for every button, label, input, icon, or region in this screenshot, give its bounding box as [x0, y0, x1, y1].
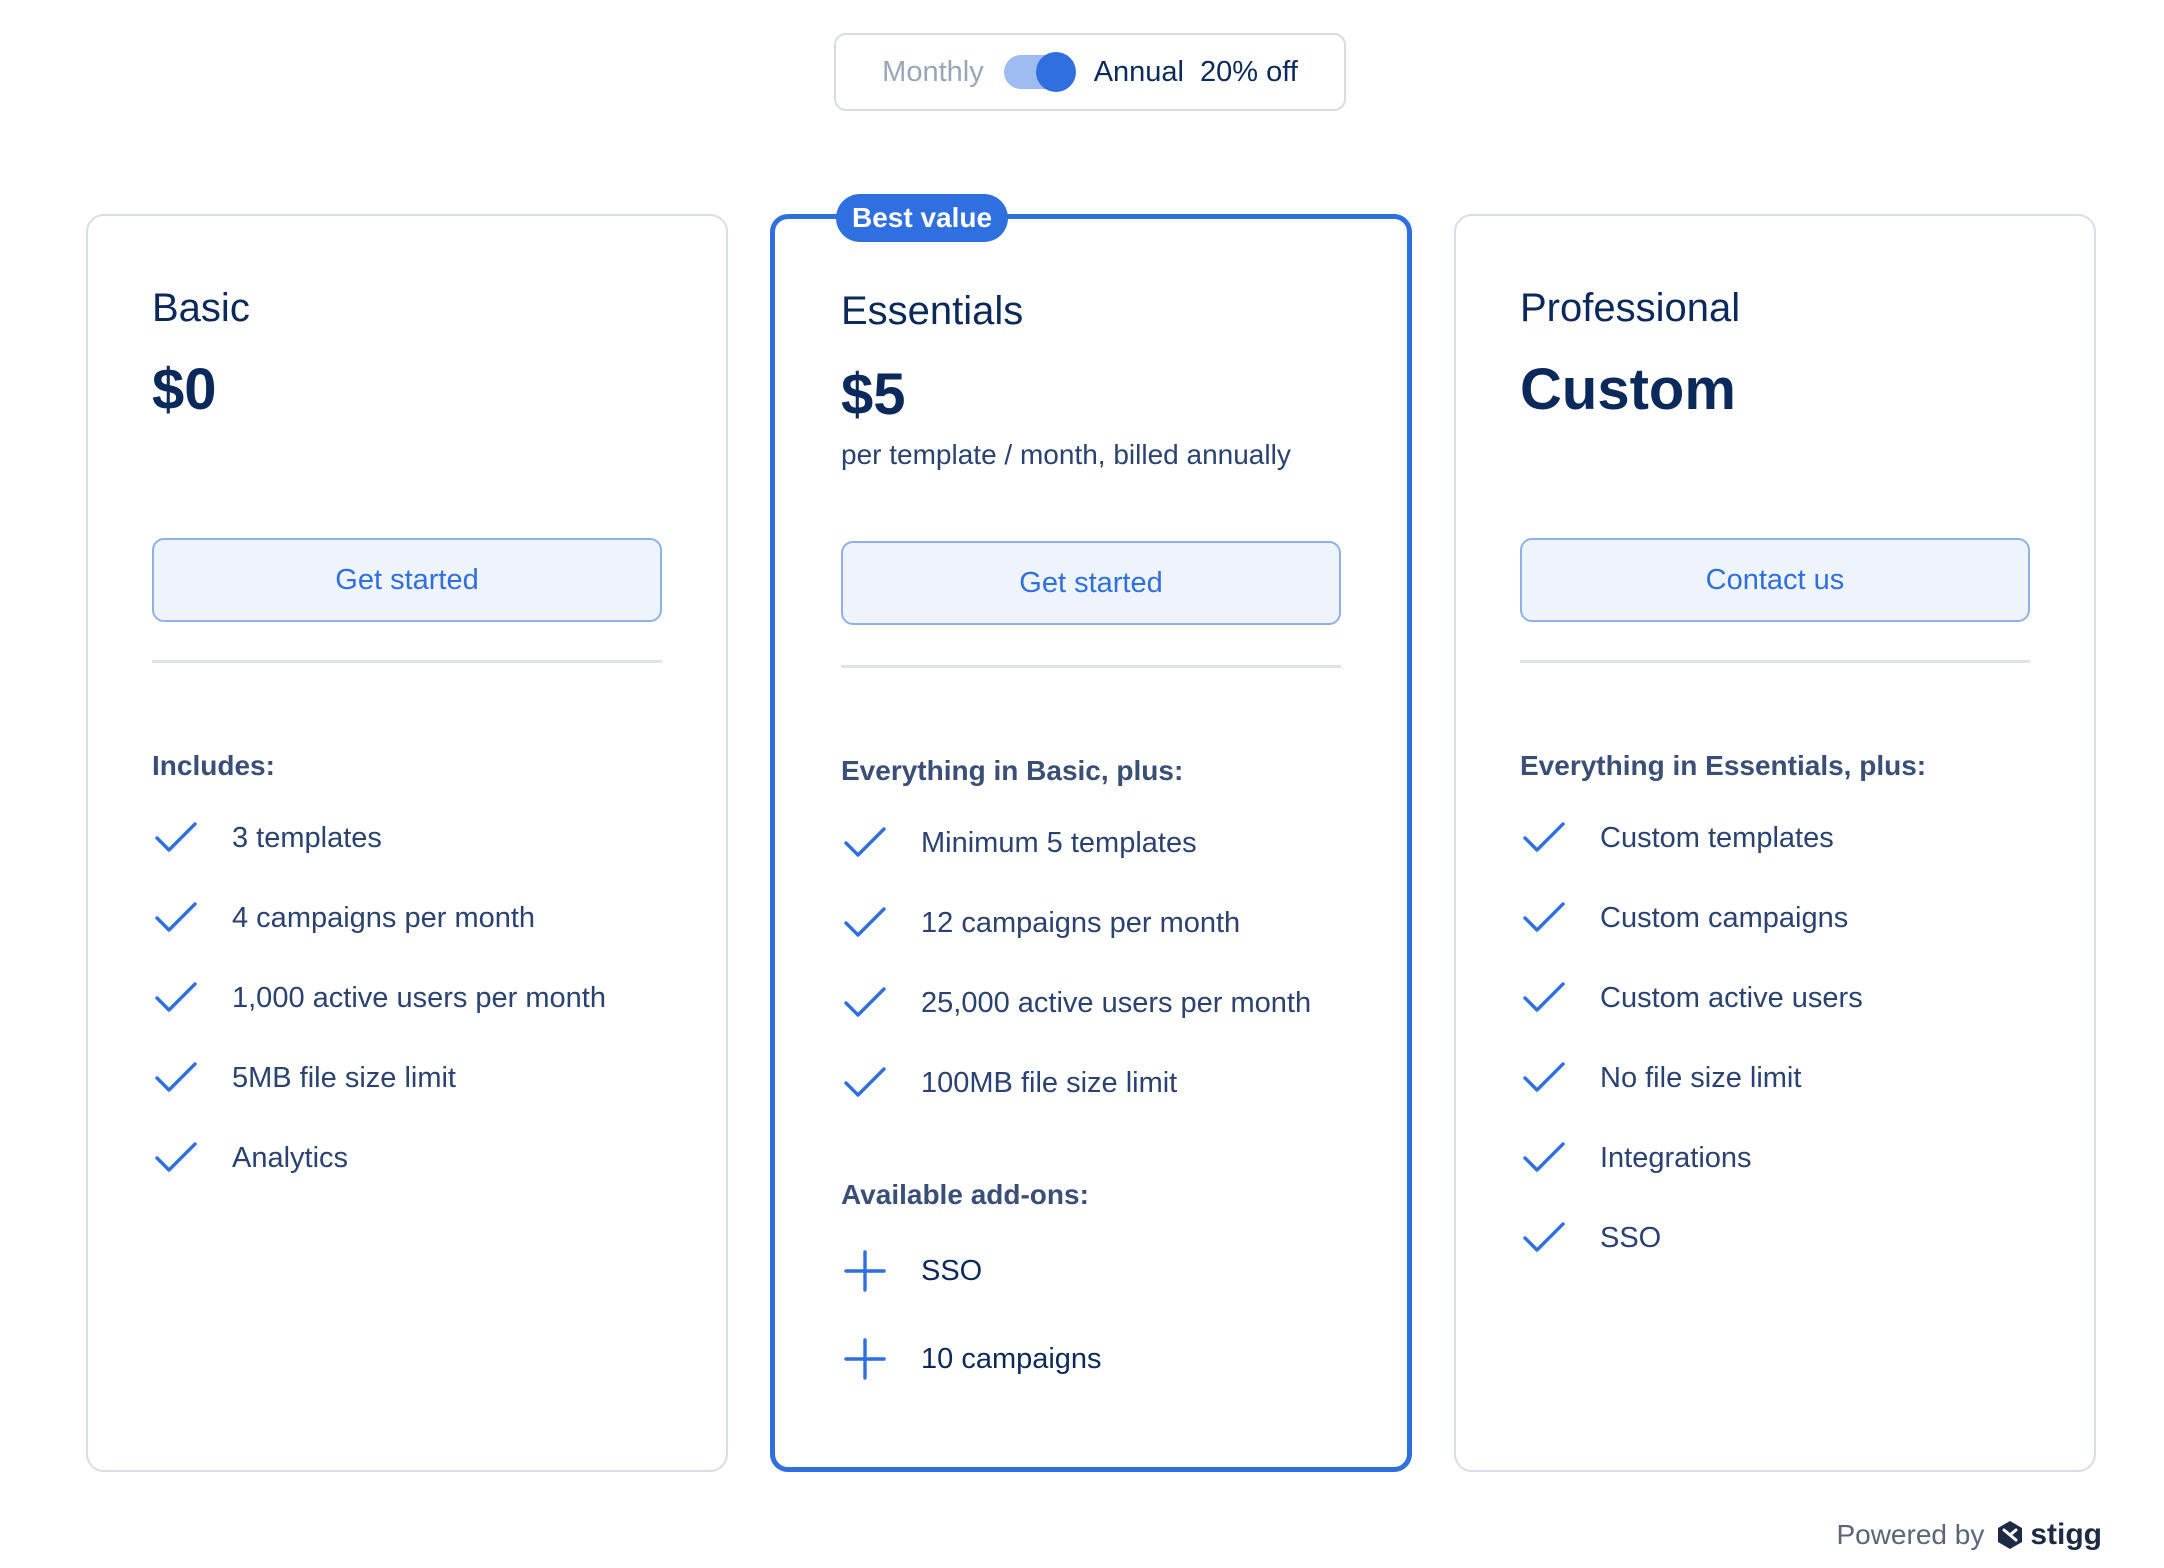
- feature-item: 1,000 active users per month: [152, 958, 606, 1038]
- plan-price: Custom: [1520, 357, 1736, 422]
- feature-text: Custom campaigns: [1600, 901, 1849, 934]
- divider: [1520, 660, 2030, 663]
- plan-price: $5: [841, 362, 906, 427]
- check-icon: [1523, 982, 1565, 1012]
- feature-text: Minimum 5 templates: [921, 826, 1197, 859]
- features-heading: Everything in Basic, plus:: [841, 755, 1184, 786]
- addon-list: SSO 10 campaigns: [841, 1227, 1102, 1403]
- feature-text: 12 campaigns per month: [921, 906, 1241, 939]
- feature-text: No file size limit: [1600, 1061, 1802, 1094]
- addon-item: SSO: [841, 1227, 1102, 1315]
- discount-label: 20% off: [1200, 55, 1298, 88]
- get-started-button[interactable]: Get started: [841, 541, 1341, 625]
- check-icon: [1523, 1062, 1565, 1092]
- contact-us-button[interactable]: Contact us: [1520, 538, 2030, 622]
- price-note: per template / month, billed annually: [841, 439, 1291, 470]
- plan-card-basic: Basic $0 Get started Includes: 3 templat…: [86, 214, 728, 1472]
- feature-text: 4 campaigns per month: [232, 901, 536, 934]
- billing-period-toggle: Monthly Annual 20% off: [834, 33, 1346, 111]
- annual-label[interactable]: Annual: [1094, 56, 1184, 89]
- feature-text: Analytics: [232, 1141, 349, 1174]
- feature-text: 25,000 active users per month: [921, 986, 1312, 1019]
- feature-text: 5MB file size limit: [232, 1061, 456, 1094]
- feature-item: 25,000 active users per month: [841, 963, 1311, 1043]
- plan-name: Professional: [1520, 286, 1741, 330]
- check-icon: [844, 987, 886, 1017]
- feature-item: Custom templates: [1520, 798, 1863, 878]
- feature-text: SSO: [1600, 1221, 1662, 1254]
- addon-item: 10 campaigns: [841, 1315, 1102, 1403]
- feature-list: Minimum 5 templates 12 campaigns per mon…: [841, 803, 1311, 1123]
- features-heading: Includes:: [152, 750, 275, 781]
- feature-text: 100MB file size limit: [921, 1066, 1178, 1099]
- feature-list: Custom templates Custom campaigns Custom…: [1520, 798, 1863, 1278]
- check-icon: [844, 907, 886, 937]
- plan-name: Basic: [152, 286, 250, 330]
- divider: [841, 665, 1341, 668]
- feature-item: 100MB file size limit: [841, 1043, 1311, 1123]
- best-value-badge: Best value: [836, 194, 1009, 242]
- check-icon: [1523, 902, 1565, 932]
- features-heading: Everything in Essentials, plus:: [1520, 750, 1927, 781]
- feature-text: 1,000 active users per month: [232, 981, 606, 1014]
- feature-item: SSO: [1520, 1198, 1863, 1278]
- feature-item: Minimum 5 templates: [841, 803, 1311, 883]
- billing-switch[interactable]: [1003, 52, 1076, 92]
- powered-by-text: Powered by: [1836, 1519, 1985, 1550]
- plus-icon: [844, 1338, 886, 1380]
- check-icon: [155, 1062, 197, 1092]
- feature-item: 12 campaigns per month: [841, 883, 1311, 963]
- check-icon: [1523, 822, 1565, 852]
- feature-item: Custom campaigns: [1520, 878, 1863, 958]
- addon-text: SSO: [921, 1254, 983, 1287]
- check-icon: [1523, 1142, 1565, 1172]
- feature-item: 3 templates: [152, 798, 606, 878]
- feature-text: Integrations: [1600, 1141, 1752, 1174]
- feature-list: 3 templates 4 campaigns per month 1,000 …: [152, 798, 606, 1198]
- check-icon: [1523, 1222, 1565, 1252]
- feature-text: 3 templates: [232, 821, 382, 854]
- check-icon: [155, 902, 197, 932]
- addons-heading: Available add-ons:: [841, 1179, 1089, 1210]
- plan-card-professional: Professional Custom Contact us Everythin…: [1454, 214, 2096, 1472]
- divider: [152, 660, 662, 663]
- get-started-button[interactable]: Get started: [152, 538, 662, 622]
- check-icon: [844, 827, 886, 857]
- check-icon: [844, 1067, 886, 1097]
- plan-card-essentials: Essentials $5 per template / month, bill…: [770, 214, 1412, 1472]
- check-icon: [155, 822, 197, 852]
- monthly-label[interactable]: Monthly: [882, 56, 984, 89]
- billing-switch-knob: [1035, 52, 1076, 92]
- plan-price: $0: [152, 357, 217, 422]
- check-icon: [155, 982, 197, 1012]
- feature-item: 4 campaigns per month: [152, 878, 606, 958]
- feature-text: Custom templates: [1600, 821, 1834, 854]
- feature-text: Custom active users: [1600, 981, 1863, 1014]
- plus-icon: [844, 1250, 886, 1292]
- addon-text: 10 campaigns: [921, 1342, 1102, 1375]
- plan-name: Essentials: [841, 289, 1024, 333]
- stigg-brand-text: stigg: [2030, 1518, 2102, 1551]
- powered-by-footer[interactable]: Powered by stigg: [1836, 1518, 2102, 1552]
- stigg-logo-icon: [1998, 1521, 2023, 1549]
- feature-item: Custom active users: [1520, 958, 1863, 1038]
- feature-item: No file size limit: [1520, 1038, 1863, 1118]
- feature-item: 5MB file size limit: [152, 1038, 606, 1118]
- feature-item: Integrations: [1520, 1118, 1863, 1198]
- feature-item: Analytics: [152, 1118, 606, 1198]
- check-icon: [155, 1142, 197, 1172]
